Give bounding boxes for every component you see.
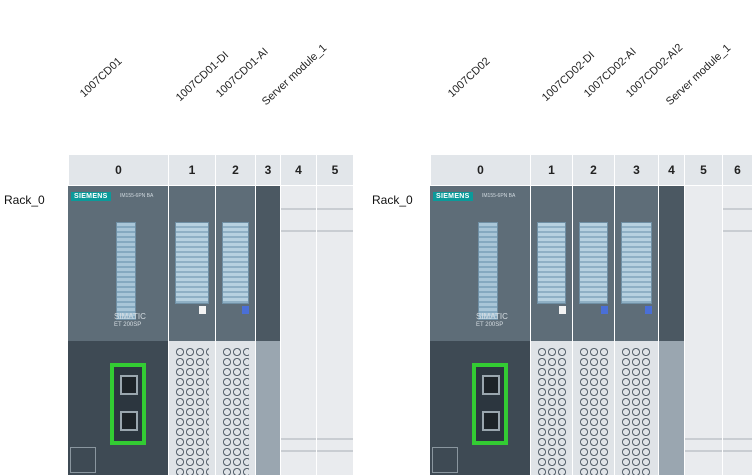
slot-header-2[interactable]: 2 bbox=[572, 155, 614, 185]
module-heatsink bbox=[537, 222, 566, 304]
bus-adapter-icon bbox=[432, 447, 458, 473]
module-heatsink bbox=[621, 222, 652, 304]
simatic-label: SIMATIC ET 200SP bbox=[476, 312, 508, 328]
interface-module-head[interactable]: SIEMENS IM155-6PN BA SIMATIC ET 200SP bbox=[430, 186, 530, 475]
terminal-holes bbox=[621, 347, 652, 475]
head-part-number: IM155-6PN BA bbox=[482, 193, 516, 199]
terminal-holes bbox=[537, 347, 566, 475]
empty-slot-5[interactable] bbox=[684, 186, 722, 475]
status-led-blue bbox=[601, 306, 608, 314]
empty-slot-6[interactable] bbox=[722, 186, 752, 475]
module-1007CD02-DI[interactable] bbox=[530, 186, 572, 475]
siemens-brand: SIEMENS bbox=[433, 192, 473, 201]
device-label-1007CD02[interactable]: 1007CD02 bbox=[446, 55, 493, 100]
module-heatsink bbox=[579, 222, 608, 304]
slot-header-3[interactable]: 3 bbox=[614, 155, 658, 185]
terminal-holes bbox=[579, 347, 608, 475]
ethernet-port-2-icon[interactable] bbox=[482, 411, 500, 431]
module-1007CD02-AI2[interactable] bbox=[614, 186, 658, 475]
server-module[interactable] bbox=[658, 186, 684, 475]
slot-header-4[interactable]: 4 bbox=[658, 155, 684, 185]
module-1007CD02-AI[interactable] bbox=[572, 186, 614, 475]
status-led-blue bbox=[645, 306, 652, 314]
ethernet-port-frame[interactable] bbox=[472, 363, 508, 445]
slot-header-6[interactable]: 6 bbox=[722, 155, 752, 185]
heatsink-graphic bbox=[478, 222, 498, 320]
ethernet-port-1-icon[interactable] bbox=[482, 375, 500, 395]
slot-header-5[interactable]: 5 bbox=[684, 155, 722, 185]
rack-label: Rack_0 bbox=[372, 193, 413, 207]
slot-header-0[interactable]: 0 bbox=[430, 155, 530, 185]
status-led-white bbox=[559, 306, 566, 314]
device-2-view: 1007CD02 1007CD02-DI 1007CD02-AI 1007CD0… bbox=[0, 0, 752, 475]
slot-header-1[interactable]: 1 bbox=[530, 155, 572, 185]
